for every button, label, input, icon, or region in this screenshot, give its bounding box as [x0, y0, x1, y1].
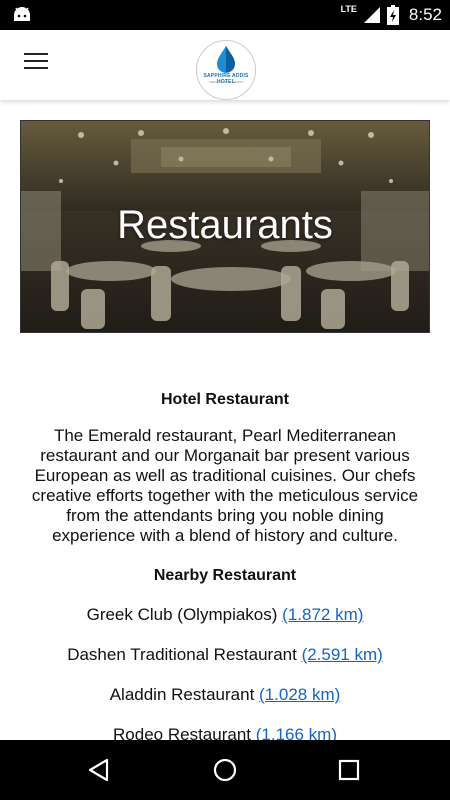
app-header: SAPPHIRE ADDIS HOTEL ADDIS ABABA ETHIOPI…: [0, 30, 450, 100]
system-nav-bar: [0, 740, 450, 800]
list-item: Greek Club (Olympiakos) (1.872 km): [0, 605, 450, 625]
home-icon[interactable]: [209, 754, 241, 786]
logo-subtext: ADDIS ABABA ETHIOPIA: [208, 80, 244, 84]
network-type: LTE: [340, 3, 357, 14]
restaurant-content: Hotel Restaurant The Emerald restaurant,…: [0, 388, 450, 745]
distance-link[interactable]: (1.872 km): [282, 605, 363, 624]
restaurant-name: Greek Club (Olympiakos): [86, 605, 278, 624]
hotel-logo[interactable]: SAPPHIRE ADDIS HOTEL ADDIS ABABA ETHIOPI…: [196, 40, 256, 100]
hotel-restaurant-heading: Hotel Restaurant: [160, 391, 290, 408]
recents-icon[interactable]: [333, 754, 365, 786]
battery-icon: [386, 5, 399, 25]
clock: 8:52: [408, 5, 442, 24]
restaurant-name: Aladdin Restaurant: [109, 685, 255, 704]
nearby-restaurant-list: Greek Club (Olympiakos) (1.872 km) Dashe…: [0, 605, 450, 745]
hero-title: Restaurants: [117, 203, 333, 247]
status-bar: LTE 8:52: [0, 0, 450, 30]
nearby-restaurant-heading: Nearby Restaurant: [153, 567, 297, 584]
back-icon[interactable]: [83, 754, 115, 786]
menu-icon[interactable]: [24, 53, 52, 77]
distance-link[interactable]: (1.028 km): [259, 685, 340, 704]
list-item: Dashen Traditional Restaurant (2.591 km): [0, 645, 450, 665]
signal-icon: [363, 6, 381, 24]
restaurant-name: Dashen Traditional Restaurant: [67, 645, 297, 664]
water-drop-icon: [217, 46, 235, 73]
hotel-restaurant-description: The Emerald restaurant, Pearl Mediterran…: [31, 426, 419, 545]
list-item: Aladdin Restaurant (1.028 km): [0, 685, 450, 705]
distance-link[interactable]: (2.591 km): [302, 645, 383, 664]
hero-banner: Restaurants: [20, 120, 430, 333]
android-icon: [14, 7, 30, 21]
